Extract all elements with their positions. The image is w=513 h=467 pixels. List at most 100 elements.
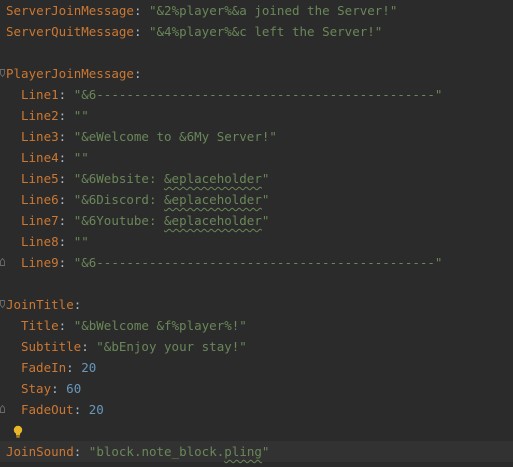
lightbulb-icon[interactable] bbox=[13, 425, 23, 439]
code-line-content: Title: "&bWelcome &f%player%!" bbox=[21, 315, 247, 336]
yaml-colon: : bbox=[58, 192, 74, 207]
code-line[interactable]: Line4: "" bbox=[0, 147, 513, 168]
code-line[interactable]: Line1: "&6------------------------------… bbox=[0, 84, 513, 105]
yaml-colon: : bbox=[73, 402, 89, 417]
yaml-string: "&6Youtube: bbox=[73, 213, 165, 228]
yaml-key: Line5 bbox=[21, 171, 59, 186]
yaml-string: "block.note_block. bbox=[88, 444, 225, 459]
yaml-key: ServerQuitMessage bbox=[6, 24, 134, 39]
code-line[interactable]: Line2: "" bbox=[0, 105, 513, 126]
yaml-string: "&6-------------------------------------… bbox=[73, 255, 443, 270]
yaml-string-flagged: &eplaceholder bbox=[164, 192, 262, 207]
yaml-string: "" bbox=[73, 108, 89, 123]
code-line[interactable]: JoinTitle: bbox=[0, 294, 513, 315]
code-line-content: FadeIn: 20 bbox=[21, 357, 96, 378]
code-line[interactable]: Line3: "&eWelcome to &6My Server!" bbox=[0, 126, 513, 147]
yaml-string: "&eWelcome to &6My Server!" bbox=[73, 129, 277, 144]
yaml-colon: : bbox=[58, 108, 74, 123]
yaml-string-flagged: pling bbox=[224, 444, 262, 459]
yaml-string: " bbox=[261, 171, 270, 186]
yaml-string: "&6Discord: bbox=[73, 192, 165, 207]
code-line-content: FadeOut: 20 bbox=[21, 399, 104, 420]
code-line[interactable]: Subtitle: "&bEnjoy your stay!" bbox=[0, 336, 513, 357]
code-line[interactable]: Title: "&bWelcome &f%player%!" bbox=[0, 315, 513, 336]
yaml-key: Title bbox=[21, 318, 59, 333]
code-line-content: Line6: "&6Discord: &eplaceholder" bbox=[21, 189, 269, 210]
code-line-content: Line9: "&6------------------------------… bbox=[21, 252, 442, 273]
yaml-colon: : bbox=[51, 381, 67, 396]
yaml-string-flagged: &eplaceholder bbox=[164, 213, 262, 228]
code-line-content: JoinSound: "block.note_block.pling" bbox=[6, 441, 269, 462]
yaml-key: JoinTitle bbox=[6, 297, 74, 312]
fold-close-icon[interactable] bbox=[0, 258, 5, 266]
code-line[interactable]: Line5: "&6Website: &eplaceholder" bbox=[0, 168, 513, 189]
yaml-string: "&4%player%&c left the Server!" bbox=[149, 24, 383, 39]
code-line[interactable]: PlayerJoinMessage: bbox=[0, 63, 513, 84]
yaml-key: Line3 bbox=[21, 129, 59, 144]
code-line-content: Line1: "&6------------------------------… bbox=[21, 84, 442, 105]
yaml-colon: : bbox=[58, 318, 74, 333]
yaml-colon: : bbox=[133, 24, 149, 39]
code-line[interactable] bbox=[0, 42, 513, 63]
yaml-key: Line1 bbox=[21, 87, 59, 102]
yaml-key: PlayerJoinMessage bbox=[6, 66, 134, 81]
yaml-key: Stay bbox=[21, 381, 52, 396]
yaml-string: "" bbox=[73, 150, 89, 165]
code-line[interactable] bbox=[0, 273, 513, 294]
yaml-string: "" bbox=[73, 234, 89, 249]
yaml-string: "&bWelcome &f%player%!" bbox=[73, 318, 247, 333]
yaml-string: "&6-------------------------------------… bbox=[73, 87, 443, 102]
yaml-key: Line4 bbox=[21, 150, 59, 165]
fold-open-icon[interactable] bbox=[0, 300, 5, 308]
fold-open-icon[interactable] bbox=[0, 69, 5, 77]
code-line[interactable]: Line6: "&6Discord: &eplaceholder" bbox=[0, 189, 513, 210]
fold-close-icon[interactable] bbox=[0, 405, 5, 413]
code-line-content: Line2: "" bbox=[21, 105, 89, 126]
yaml-string: " bbox=[261, 192, 270, 207]
code-line[interactable]: Line7: "&6Youtube: &eplaceholder" bbox=[0, 210, 513, 231]
code-line[interactable]: FadeOut: 20 bbox=[0, 399, 513, 420]
code-line-content: Subtitle: "&bEnjoy your stay!" bbox=[21, 336, 247, 357]
yaml-number: 20 bbox=[81, 360, 97, 375]
yaml-string: "&bEnjoy your stay!" bbox=[96, 339, 247, 354]
code-line[interactable]: Line9: "&6------------------------------… bbox=[0, 252, 513, 273]
code-line[interactable] bbox=[0, 420, 513, 441]
yaml-colon: : bbox=[73, 444, 89, 459]
yaml-key: Subtitle bbox=[21, 339, 82, 354]
code-line-content: Stay: 60 bbox=[21, 378, 81, 399]
yaml-number: 60 bbox=[66, 381, 82, 396]
yaml-string-flagged: &eplaceholder bbox=[164, 171, 262, 186]
code-line-content: ServerJoinMessage: "&2%player%&a joined … bbox=[6, 0, 397, 21]
code-line-content: PlayerJoinMessage: bbox=[6, 63, 141, 84]
yaml-key: Line2 bbox=[21, 108, 59, 123]
code-line-content: JoinTitle: bbox=[6, 294, 81, 315]
yaml-key: ServerJoinMessage bbox=[6, 3, 134, 18]
yaml-colon: : bbox=[73, 297, 82, 312]
yaml-string: "&6Website: bbox=[73, 171, 165, 186]
code-editor[interactable]: ServerJoinMessage: "&2%player%&a joined … bbox=[0, 0, 513, 467]
code-line-content: Line8: "" bbox=[21, 231, 89, 252]
yaml-colon: : bbox=[133, 66, 142, 81]
yaml-key: Line6 bbox=[21, 192, 59, 207]
yaml-key: JoinSound bbox=[6, 444, 74, 459]
yaml-key: FadeIn bbox=[21, 360, 67, 375]
yaml-colon: : bbox=[58, 129, 74, 144]
yaml-colon: : bbox=[58, 171, 74, 186]
yaml-colon: : bbox=[58, 150, 74, 165]
yaml-string: " bbox=[261, 444, 270, 459]
yaml-colon: : bbox=[58, 255, 74, 270]
yaml-key: FadeOut bbox=[21, 402, 74, 417]
code-line-content: Line4: "" bbox=[21, 147, 89, 168]
code-line[interactable]: Line8: "" bbox=[0, 231, 513, 252]
yaml-key: Line9 bbox=[21, 255, 59, 270]
yaml-key: Line8 bbox=[21, 234, 59, 249]
code-line[interactable]: Stay: 60 bbox=[0, 378, 513, 399]
code-line[interactable]: FadeIn: 20 bbox=[0, 357, 513, 378]
yaml-colon: : bbox=[66, 360, 82, 375]
yaml-string: "&2%player%&a joined the Server!" bbox=[149, 3, 398, 18]
code-line-content: Line5: "&6Website: &eplaceholder" bbox=[21, 168, 269, 189]
code-line-content: ServerQuitMessage: "&4%player%&c left th… bbox=[6, 21, 382, 42]
code-line[interactable]: ServerJoinMessage: "&2%player%&a joined … bbox=[0, 0, 513, 21]
code-line[interactable]: ServerQuitMessage: "&4%player%&c left th… bbox=[0, 21, 513, 42]
code-line[interactable]: JoinSound: "block.note_block.pling" bbox=[0, 441, 513, 462]
